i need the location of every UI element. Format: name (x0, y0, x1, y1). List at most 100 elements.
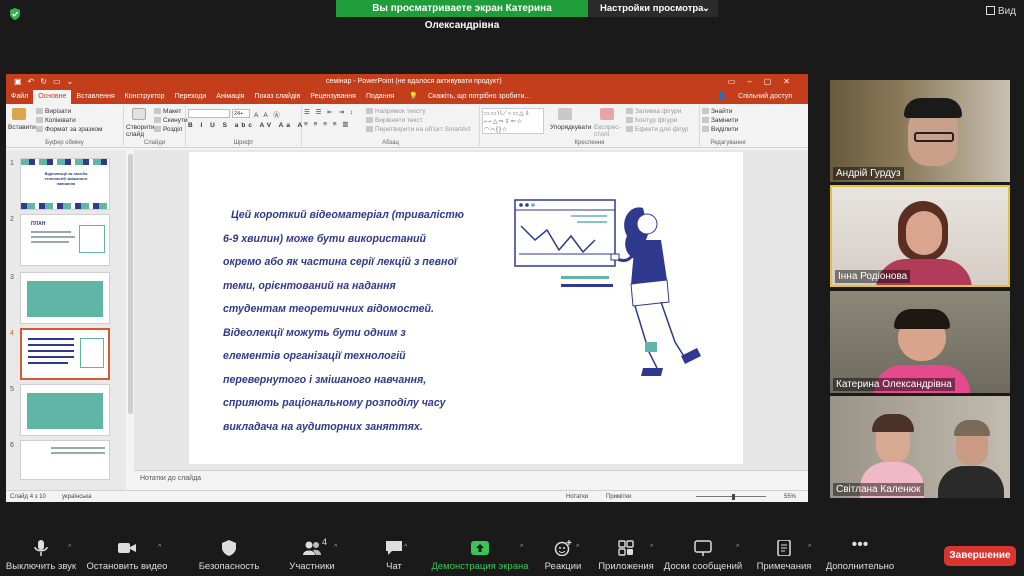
whiteboards-button[interactable]: ^ Доски сообщений (662, 532, 744, 576)
participant-video-tile[interactable]: Світлана Каленюк (830, 396, 1010, 498)
select-button[interactable]: Виділити (702, 126, 738, 133)
shape-effects-button[interactable]: Ефекти для фігур (626, 126, 689, 133)
zoom-top-bar: Вы просматриваете экран Катерина Олексан… (0, 0, 1024, 31)
slide-thumbnail-2[interactable]: ПЛАН (20, 214, 110, 266)
mute-button[interactable]: ^ Выключить звук (0, 532, 82, 576)
find-button[interactable]: Знайти (702, 108, 732, 115)
section-button[interactable]: Розділ (154, 126, 182, 133)
microphone-icon (34, 540, 48, 556)
slide-thumbnail-1[interactable]: Відеолекції як засоби технологій змішано… (20, 158, 110, 210)
whiteboard-icon (694, 540, 712, 556)
chevron-up-icon[interactable]: ^ (650, 544, 653, 551)
thumb-title-1: Відеолекції як засоби технологій змішано… (44, 171, 88, 186)
reset-button[interactable]: Скинути (154, 117, 188, 124)
thumb-teal-band (27, 393, 103, 429)
chevron-up-icon[interactable]: ^ (158, 544, 161, 551)
slide-thumbnail-6[interactable] (20, 440, 110, 480)
current-slide[interactable]: Цей короткий відеоматеріал (тривалістю 6… (189, 152, 743, 464)
tab-home[interactable]: Основне (33, 90, 72, 104)
tab-file[interactable]: Файл (6, 90, 33, 104)
stop-video-button[interactable]: ^ Остановить видео (84, 532, 170, 576)
apps-button[interactable]: ^ Приложения (596, 532, 656, 576)
paste-button[interactable]: Вставити (8, 124, 36, 131)
slide-text-line: 6-9 хвилин) може бути використаний (223, 232, 426, 245)
participant-video-tile-active[interactable]: Інна Родіонова (830, 185, 1010, 287)
security-shield-icon[interactable] (8, 7, 22, 21)
replace-button[interactable]: Замінити (702, 117, 738, 124)
share-button[interactable]: 👤 Спільний доступ (708, 90, 803, 104)
zoom-slider-thumb[interactable] (732, 494, 735, 500)
align-buttons[interactable]: ≡ ≡ ≡ ≡ ▥ (304, 120, 351, 128)
view-options-dropdown[interactable]: Настройки просмотра ⌄ (588, 0, 718, 17)
chevron-up-icon[interactable]: ^ (736, 544, 739, 551)
tab-review[interactable]: Рецензування (305, 90, 361, 104)
tab-transitions[interactable]: Переходи (170, 90, 212, 104)
font-name-field[interactable] (188, 109, 230, 118)
slide-text-line: перевернутого і змішаного навчання, (223, 373, 427, 386)
cut-button[interactable]: Вирізати (36, 108, 71, 115)
window-controls[interactable]: ▭–▢✕ (728, 74, 802, 90)
font-size-buttons[interactable]: A A Ⓐ (254, 109, 282, 119)
slide-thumbnail-5[interactable] (20, 384, 110, 436)
layout-button[interactable]: Макет (154, 108, 181, 115)
end-meeting-button[interactable]: Завершение (944, 546, 1016, 566)
zoom-level[interactable]: 55% (784, 491, 796, 502)
language-indicator[interactable]: українська (62, 491, 92, 502)
chevron-up-icon[interactable]: ^ (520, 544, 523, 551)
quick-styles-icon (600, 108, 614, 120)
comments-toggle[interactable]: Примітки (606, 491, 631, 502)
notes-button[interactable]: ^ Примечания (752, 532, 816, 576)
tab-design[interactable]: Конструктор (120, 90, 170, 104)
participants-button[interactable]: 4 ^ Участники (282, 532, 342, 576)
chat-button[interactable]: ^ Чат (374, 532, 414, 576)
new-slide-button[interactable]: Створити слайд (126, 124, 155, 138)
shapes-gallery[interactable]: ▭▭\\⟋○▭△⇩ ⌐⌐△⇨⇧⇦☆ ◠⌒{}☆ (482, 108, 544, 134)
tab-insert[interactable]: Вставлення (71, 90, 119, 104)
reactions-button[interactable]: ^ Реакции (540, 532, 586, 576)
chevron-up-icon[interactable]: ^ (68, 544, 71, 551)
participant-video-tile[interactable]: Андрій Гурдуз (830, 80, 1010, 182)
format-painter-button[interactable]: Формат за зразком (36, 126, 102, 133)
tab-animations[interactable]: Анімація (211, 90, 249, 104)
quick-access-toolbar[interactable]: ▣↶↻▭⌄ (14, 74, 79, 90)
share-screen-button[interactable]: ^ Демонстрация экрана (430, 532, 530, 576)
tell-me-box[interactable]: 💡 Скажіть, що потрібно зробити... (399, 90, 540, 104)
participant-video-tile[interactable]: Катерина Олександрівна (830, 291, 1010, 393)
view-options-label: Настройки просмотра (600, 3, 704, 14)
notes-toggle[interactable]: Нотатки (566, 491, 588, 502)
list-buttons[interactable]: ☰ ☰ ⇤ ⇥ ↕ (304, 108, 355, 116)
shape-outline-button[interactable]: Контур фігури (626, 117, 677, 124)
speaker-notes-pane[interactable]: Нотатки до слайда (134, 470, 808, 486)
slide-thumbnail-3[interactable] (20, 272, 110, 324)
thumbnail-scrollbar[interactable] (128, 154, 133, 414)
editing-group: Знайти Замінити Виділити Редагування (700, 106, 756, 146)
tab-slideshow[interactable]: Показ слайдів (249, 90, 305, 104)
text-direction-button[interactable]: Напрямок тексту (366, 108, 426, 115)
reactions-label: Реакции (544, 561, 582, 572)
slide-thumbnail-4-selected[interactable] (20, 328, 110, 380)
slide-text-line: теми, орієнтований на надання (223, 279, 396, 292)
more-button[interactable]: ••• Дополнительно (824, 532, 896, 576)
font-style-buttons[interactable]: B I U S abc AV Aa A (188, 122, 305, 129)
font-size-field[interactable]: 24+ (232, 109, 250, 118)
smartart-button[interactable]: Перетворити на об'єкт SmartArt (366, 126, 470, 133)
quick-styles-button[interactable]: Експрес-стилі (594, 124, 622, 138)
chevron-up-icon[interactable]: ^ (576, 544, 579, 551)
copy-button[interactable]: Копіювати (36, 117, 76, 124)
notes-placeholder: Нотатки до слайда (140, 475, 202, 482)
shape-fill-button[interactable]: Заливка фігури (626, 108, 681, 115)
chevron-up-icon[interactable]: ^ (808, 544, 811, 551)
reset-icon (154, 117, 161, 124)
view-button[interactable]: Вид (985, 6, 1016, 17)
chevron-up-icon[interactable]: ^ (404, 544, 407, 551)
thumb-line (51, 447, 105, 449)
security-button[interactable]: Безопасность (196, 532, 262, 576)
chevron-up-icon[interactable]: ^ (334, 544, 337, 551)
slide-body-text[interactable]: Цей короткий відеоматеріал (тривалістю 6… (223, 204, 473, 439)
zoom-slider[interactable] (696, 496, 766, 497)
align-text-button[interactable]: Вирівняти текст (366, 117, 423, 124)
ppt-status-bar: Слайд 4 з 10 українська Нотатки Примітки… (6, 490, 808, 502)
participant-name: Андрій Гурдуз (833, 167, 904, 180)
tab-view[interactable]: Подання (361, 90, 399, 104)
arrange-button[interactable]: Упорядкувати (550, 124, 591, 131)
